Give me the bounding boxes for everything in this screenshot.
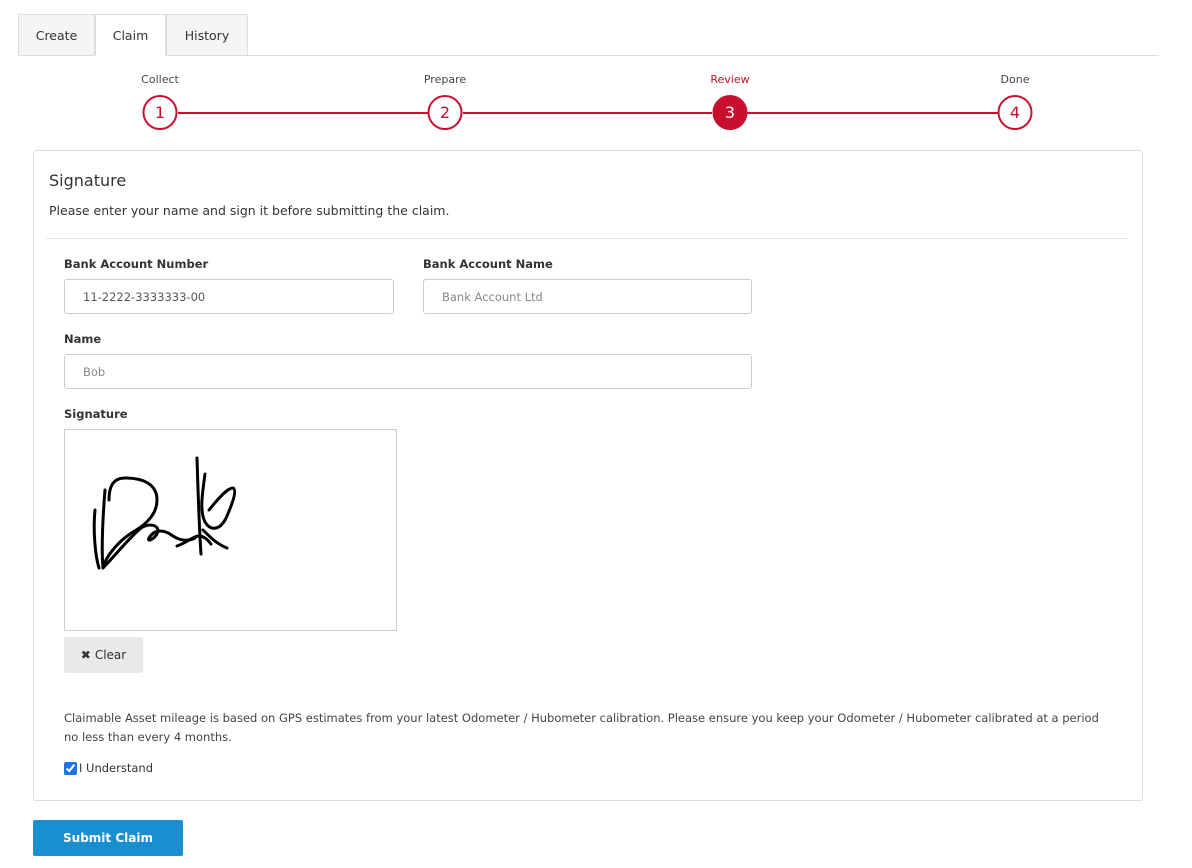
tab-create[interactable]: Create: [18, 14, 95, 56]
clear-label: Clear: [94, 648, 127, 662]
signature-panel: Signature Please enter your name and sig…: [33, 150, 1143, 801]
step-connector: [463, 112, 712, 114]
clear-signature-button[interactable]: ✖ Clear: [64, 637, 143, 673]
bank-account-name-label: Bank Account Name: [423, 257, 553, 271]
mileage-notice: Claimable Asset mileage is based on GPS …: [64, 711, 1099, 744]
signature-pad[interactable]: [64, 429, 397, 631]
step-label-review: Review: [710, 73, 750, 86]
bank-account-number-label: Bank Account Number: [64, 257, 209, 271]
tab-history[interactable]: History: [166, 14, 248, 56]
signature-drawing: [92, 456, 237, 570]
tab-bar: Create Claim History: [18, 14, 1159, 56]
step-label-done: Done: [1000, 73, 1030, 86]
acknowledge-label: I Understand: [79, 761, 153, 775]
name-input[interactable]: Bob: [64, 354, 752, 389]
submit-claim-button[interactable]: Submit Claim: [33, 820, 183, 856]
panel-title: Signature: [49, 171, 127, 190]
step-circle-1: 1: [142, 95, 178, 130]
step-label-collect: Collect: [141, 73, 179, 86]
acknowledge-checkbox[interactable]: [64, 761, 77, 775]
bank-account-name-input[interactable]: Bank Account Ltd: [423, 279, 752, 314]
step-label-prepare: Prepare: [423, 73, 467, 86]
step-circle-4: 4: [997, 95, 1033, 130]
step-circle-2: 2: [427, 95, 463, 130]
signature-label: Signature: [64, 407, 128, 421]
divider: [46, 238, 1128, 239]
name-label: Name: [64, 332, 102, 346]
tab-claim[interactable]: Claim: [95, 14, 166, 56]
times-icon: ✖: [80, 648, 91, 662]
step-connector: [178, 112, 428, 114]
bank-account-number-input[interactable]: 11-2222-3333333-00: [64, 279, 394, 314]
step-connector: [747, 112, 998, 114]
step-circle-3: 3: [712, 95, 748, 130]
panel-description: Please enter your name and sign it befor…: [49, 203, 450, 218]
acknowledge-row[interactable]: I Understand: [64, 761, 153, 775]
progress-stepper: Collect Prepare Review Done 1 2 3 4: [0, 60, 1192, 140]
